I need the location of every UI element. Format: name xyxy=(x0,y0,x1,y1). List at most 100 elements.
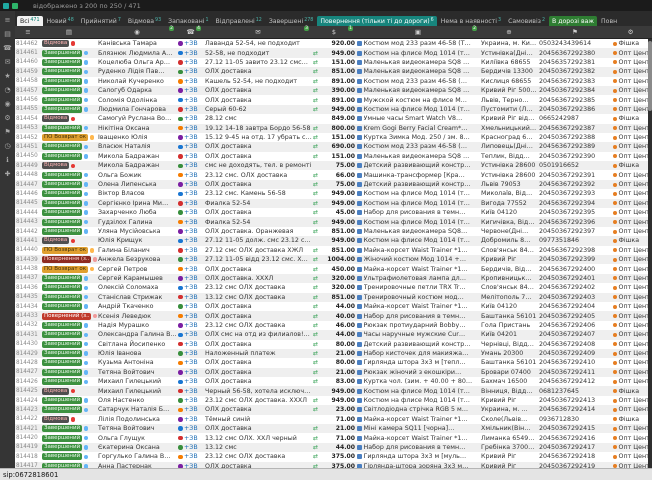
call-link[interactable]: +ЗВ xyxy=(184,435,198,442)
column-header-status-badge[interactable]: ▤ xyxy=(41,26,97,38)
call-link[interactable]: +ЗВ xyxy=(184,106,198,113)
contact-link[interactable]: +ЗВ xyxy=(177,349,204,358)
call-link[interactable]: +ЗВ xyxy=(184,453,198,460)
column-header-order-note[interactable]: ✉3 xyxy=(204,26,312,38)
filter-tab[interactable]: Відмова93 xyxy=(125,16,164,26)
table-row[interactable]: 814430ЗавершенийСвітлана Йосипенко+ЗВОЛХ… xyxy=(15,340,652,349)
phone-icon[interactable]: ☎ xyxy=(3,44,12,52)
table-row[interactable]: 814460ЗавершенийКоцелюба Ольга Ар…+ЗВ27.… xyxy=(15,58,652,67)
table-row[interactable]: 814433Повернений (з..Ксенія Леведюк+ЗВОЛ… xyxy=(15,311,652,320)
table-row[interactable]: 814419ЗавершенийЄкатерина Оксана+ЗВ13.12… xyxy=(15,443,652,452)
users-icon[interactable]: ◉ xyxy=(4,100,10,108)
contact-link[interactable]: +ЗВ xyxy=(177,161,204,170)
column-header-region[interactable]: ⊕ xyxy=(480,26,538,38)
filter-tab[interactable]: Прийнятий7 xyxy=(78,16,124,26)
table-row[interactable]: 814418ЗавершенийГоргулько Галина В…+ЗВ23… xyxy=(15,452,652,461)
column-header-order-id[interactable]: ≡ xyxy=(15,26,41,38)
table-row[interactable]: 814442ЗавершенийУляна Мусійовська+ЗВОЛХ … xyxy=(15,227,652,236)
contact-link[interactable]: +ЗВ xyxy=(177,114,204,123)
table-row[interactable]: 814450ЗавершенийМикола Бадражан+ЗВОЛХ до… xyxy=(15,152,652,161)
plus-icon[interactable]: ✚ xyxy=(5,170,11,178)
table-row[interactable]: 814440ПО Возврат окГалина Біланич+ЗВ27.1… xyxy=(15,246,652,255)
call-link[interactable]: +ЗВ xyxy=(184,162,198,169)
contact-link[interactable]: +ЗВ xyxy=(177,227,204,236)
call-link[interactable]: +ЗВ xyxy=(184,397,198,404)
window-button-1[interactable] xyxy=(3,3,9,9)
table-row[interactable]: 814417ЗавершенийАнна Пастернак+ЗВОЛХ дос… xyxy=(15,462,652,468)
call-link[interactable]: +ЗВ xyxy=(184,209,198,216)
call-link[interactable]: +ЗВ xyxy=(184,331,198,338)
filter-tab[interactable]: Повн xyxy=(598,16,620,26)
contact-link[interactable]: +ЗВ xyxy=(177,433,204,442)
table-row[interactable]: 814443ЗавершенийГудзілох Галина+ЗВФиалка… xyxy=(15,217,652,226)
contact-link[interactable]: +ЗВ xyxy=(177,443,204,452)
contact-link[interactable]: +ЗВ xyxy=(177,152,204,161)
contact-link[interactable]: +ЗВ xyxy=(177,86,204,95)
contact-link[interactable]: +ЗВ xyxy=(177,274,204,283)
call-link[interactable]: +ЗВ xyxy=(184,378,198,385)
table-row[interactable]: 814458ЗавершенийНиколай Кучеренко+ЗВКаше… xyxy=(15,77,652,86)
filter-tab[interactable]: Повернення (тільки ті до дороги)6 xyxy=(317,16,436,26)
contact-link[interactable]: +ЗВ xyxy=(177,405,204,414)
contact-link[interactable]: +ЗВ xyxy=(177,255,204,264)
table-row[interactable]: 814431ЗавершенийОлександра Галина В…+ЗВО… xyxy=(15,330,652,339)
table-row[interactable]: 814451ЗавершенийВласюк Наталія+ЗВОЛХ дос… xyxy=(15,142,652,151)
call-link[interactable]: +ЗВ xyxy=(184,247,198,254)
call-link[interactable]: +ЗВ xyxy=(184,388,198,395)
column-header-customer-name[interactable]: ◉2 xyxy=(97,26,177,38)
filter-tab[interactable]: В дорозі важ xyxy=(549,16,597,26)
call-link[interactable]: +ЗВ xyxy=(184,463,198,468)
contact-link[interactable]: +ЗВ xyxy=(177,199,204,208)
contact-link[interactable]: +ЗВ xyxy=(177,48,204,57)
contact-link[interactable]: +ЗВ xyxy=(177,283,204,292)
contact-link[interactable]: +ЗВ xyxy=(177,311,204,320)
contact-link[interactable]: +ЗВ xyxy=(177,208,204,217)
call-link[interactable]: +ЗВ xyxy=(184,78,198,85)
contact-link[interactable]: +ЗВ xyxy=(177,67,204,76)
contact-link[interactable]: +ЗВ xyxy=(177,424,204,433)
table-row[interactable]: 814429ЗавершенийЮлія Іванова+ЗВНаложенны… xyxy=(15,349,652,358)
table-row[interactable]: 814425ВідмоваМихаил Гилецький+ЗВЧерный 5… xyxy=(15,386,652,395)
call-link[interactable]: +ЗВ xyxy=(184,284,198,291)
column-header-source[interactable]: ⚙ xyxy=(612,26,649,38)
column-header-contact-link[interactable]: ☎4 xyxy=(177,26,204,38)
contact-link[interactable]: +ЗВ xyxy=(177,330,204,339)
call-link[interactable]: +ЗВ xyxy=(184,143,198,150)
call-link[interactable]: +ЗВ xyxy=(184,266,198,273)
contact-link[interactable]: +ЗВ xyxy=(177,189,204,198)
table-row[interactable]: 814448ЗавершенийОльга Божик+ЗВ23.12 смс.… xyxy=(15,170,652,179)
call-link[interactable]: +ЗВ xyxy=(184,219,198,226)
info-icon[interactable]: ℹ xyxy=(6,156,9,164)
call-link[interactable]: +ЗВ xyxy=(184,350,198,357)
table-row[interactable]: 814439Повернення (з..Анжела Безрукова+ЗВ… xyxy=(15,255,652,264)
mail-icon[interactable]: ✉ xyxy=(5,58,11,66)
call-link[interactable]: +ЗВ xyxy=(184,87,198,94)
filter-tab[interactable]: Завершені278 xyxy=(266,16,317,26)
menu-icon[interactable]: ≡ xyxy=(5,16,11,24)
table-row[interactable]: 814462ВідмоваКанівська Тамара+ЗВЛаванда … xyxy=(15,39,652,48)
table-row[interactable]: 814427ЗавершенийТетяна Войтович+ЗВОЛХ до… xyxy=(15,368,652,377)
call-link[interactable]: +ЗВ xyxy=(184,416,198,423)
call-link[interactable]: +ЗВ xyxy=(184,341,198,348)
contact-link[interactable]: +ЗВ xyxy=(177,170,204,179)
call-link[interactable]: +ЗВ xyxy=(184,237,198,244)
contact-link[interactable]: +ЗВ xyxy=(177,415,204,424)
call-link[interactable]: +ЗВ xyxy=(184,59,198,66)
filter-tab[interactable]: Всі471 xyxy=(17,16,43,26)
contact-link[interactable]: +ЗВ xyxy=(177,105,204,114)
call-link[interactable]: +ЗВ xyxy=(184,153,198,160)
call-link[interactable]: +ЗВ xyxy=(184,115,198,122)
call-link[interactable]: +ЗВ xyxy=(184,444,198,451)
contact-link[interactable]: +ЗВ xyxy=(177,180,204,189)
contact-link[interactable]: +ЗВ xyxy=(177,264,204,273)
vertical-scrollbar[interactable] xyxy=(648,39,652,468)
settings-icon[interactable]: ⚙ xyxy=(4,114,10,122)
scrollbar-thumb[interactable] xyxy=(648,41,652,111)
table-row[interactable]: 814454ВідмоваСамогуй Руслана Во…+ЗВ28.12… xyxy=(15,114,652,123)
table-row[interactable]: 814424ЗавершенийОля Настенко+ЗВ23.12 смс… xyxy=(15,396,652,405)
clock-icon[interactable]: ◷ xyxy=(4,142,10,150)
call-link[interactable]: +ЗВ xyxy=(184,97,198,104)
table-row[interactable]: 814446ЗавершенийВіктор Власов+ЗВ23.12 см… xyxy=(15,189,652,198)
table-row[interactable]: 814420ЗавершенийОльга Глущук+ЗВ13.12 смс… xyxy=(15,433,652,442)
call-link[interactable]: +ЗВ xyxy=(184,359,198,366)
